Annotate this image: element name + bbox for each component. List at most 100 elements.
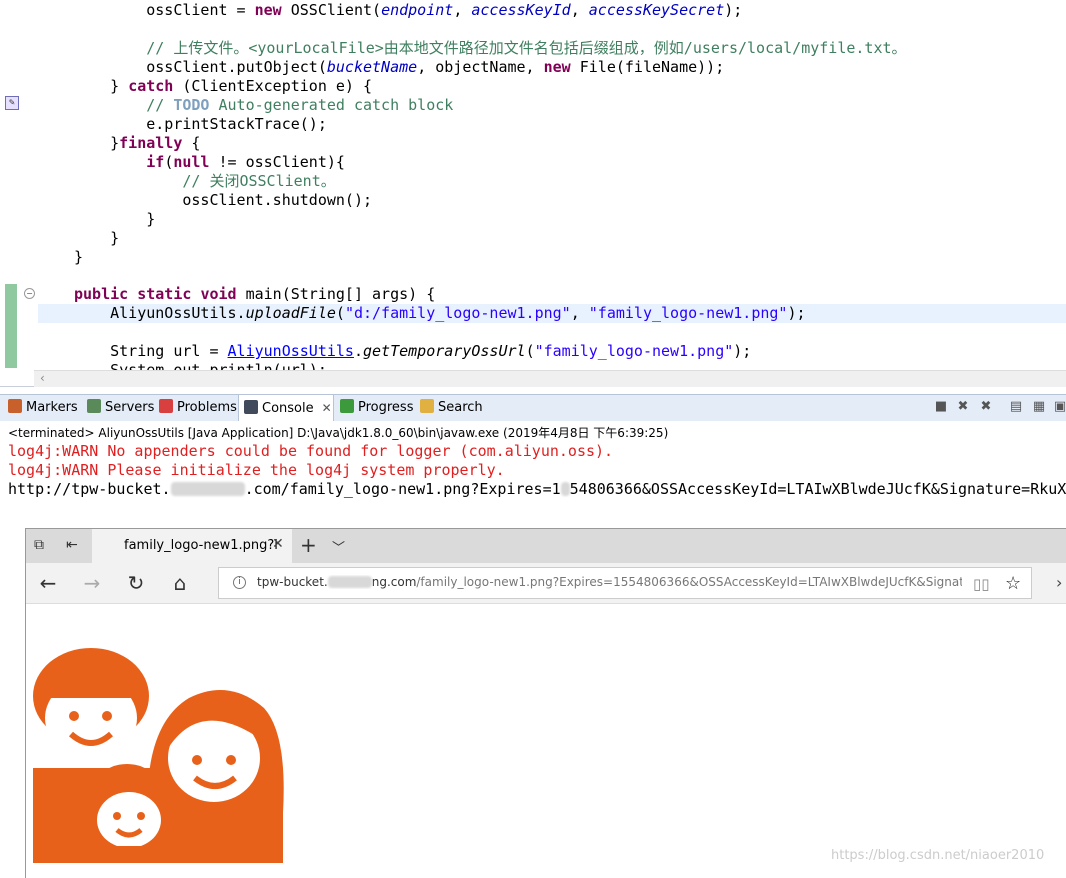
code-token: {: [182, 134, 201, 152]
new-tab-icon[interactable]: +: [300, 533, 317, 557]
browser-content: [26, 604, 1066, 878]
markers-icon: [8, 399, 22, 413]
terminate-icon[interactable]: ■: [933, 399, 949, 415]
url-rest: 54806366&OSSAccessKeyId=LTAIwXBlwdeJUcfK…: [569, 480, 1066, 498]
tab-markers-label: Markers: [26, 400, 78, 415]
code-line: public static void main(String[] args) {: [74, 285, 435, 304]
watermark: https://blog.csdn.net/niaoer2010: [831, 848, 1045, 863]
tab-console-label: Console: [262, 401, 314, 416]
code-line: // TODO Auto-generated catch block: [74, 96, 453, 115]
code-token: accessKeySecret: [588, 1, 725, 19]
code-token: public: [74, 285, 129, 303]
code-token: ossClient.putObject(: [74, 58, 327, 76]
code-line: ossClient.shutdown();: [74, 191, 372, 210]
code-token: new: [543, 58, 571, 76]
address-bar[interactable]: i tpw-bucket. ng.com/family_logo-new1.png…: [218, 567, 1032, 599]
code-token: );: [787, 304, 806, 322]
address-path: /family_logo-new1.png?Expires=1554806366…: [416, 575, 962, 589]
code-token: finally: [119, 134, 183, 152]
home-icon[interactable]: ⌂: [168, 571, 192, 595]
code-token: //: [74, 96, 174, 114]
info-icon[interactable]: i: [233, 576, 246, 589]
servers-icon: [87, 399, 101, 413]
url-prefix: http://tpw-bucket.: [8, 480, 171, 498]
tab-progress-label: Progress: [358, 400, 414, 415]
code-token: (: [525, 342, 535, 360]
tab-progress[interactable]: Progress: [340, 399, 413, 417]
view-tab-bar: Markers Servers Problems Console ✕ Progre…: [0, 394, 1066, 422]
forward-arrow-icon[interactable]: →: [80, 571, 104, 595]
code-line: }finally {: [74, 134, 200, 153]
code-token: getTemporaryOssUrl: [363, 342, 526, 360]
code-token: endpoint: [381, 1, 454, 19]
back-arrow-icon[interactable]: ←: [36, 571, 60, 595]
code-line: }: [74, 210, 155, 229]
code-line: if(null != ossClient){: [74, 153, 345, 172]
more-icon[interactable]: ›: [1056, 573, 1062, 592]
change-ruler: [5, 284, 17, 368]
code-token: catch: [128, 77, 174, 95]
code-token: // 关闭OSSClient。: [74, 172, 336, 190]
tab-servers-label: Servers: [105, 400, 155, 415]
refresh-icon[interactable]: ↻: [124, 571, 148, 595]
code-token: "family_logo-new1.png": [534, 342, 734, 360]
console-icon: [244, 400, 258, 414]
browser-tab-title: family_logo-new1.png?l: [124, 538, 278, 553]
code-line: AliyunOssUtils.uploadFile("d:/family_log…: [38, 304, 1066, 323]
redacted-block: [327, 576, 372, 588]
code-token: null: [173, 153, 210, 171]
tab-search[interactable]: Search: [420, 399, 483, 417]
pin-console-icon[interactable]: ▣: [1052, 399, 1066, 415]
address-host: tpw-bucket.: [257, 575, 328, 589]
code-token: }: [74, 134, 120, 152]
reading-view-icon[interactable]: ▯▯: [973, 575, 990, 593]
tab-problems-label: Problems: [177, 400, 237, 415]
scroll-lock-icon[interactable]: ▦: [1031, 399, 1047, 415]
fold-collapse-icon[interactable]: −: [24, 288, 35, 299]
progress-icon: [340, 399, 354, 413]
tab-overview-icon[interactable]: ⧉: [34, 537, 44, 553]
code-token: main(String[] args) {: [236, 285, 436, 303]
tab-servers[interactable]: Servers: [87, 399, 154, 417]
code-token: }: [74, 210, 156, 228]
code-token: e.printStackTrace();: [74, 115, 327, 133]
code-line: }: [74, 248, 83, 267]
code-token: new: [254, 1, 282, 19]
code-token: Auto-generated catch block: [209, 96, 454, 114]
horizontal-scrollbar[interactable]: ‹: [34, 370, 1066, 387]
console-warn-line: log4j:WARN Please initialize the log4j s…: [8, 461, 505, 479]
code-token: uploadFile: [245, 304, 336, 322]
code-token: "family_logo-new1.png": [588, 304, 788, 322]
clear-console-icon[interactable]: ▤: [1008, 399, 1024, 415]
tab-problems[interactable]: Problems: [159, 399, 237, 417]
remove-all-icon[interactable]: ✖: [978, 399, 994, 415]
code-token: // 上传文件。<yourLocalFile>由本地文件路径加文件名包括后缀组成…: [74, 39, 907, 57]
code-token: void: [200, 285, 237, 303]
redacted-block: [170, 482, 245, 496]
code-token: );: [733, 342, 752, 360]
browser-window: ⧉ ⇤ family_logo-new1.png?l ✕ + ﹀ ← → ↻ ⌂…: [25, 528, 1066, 878]
code-token: TODO: [173, 96, 210, 114]
code-line: e.printStackTrace();: [74, 115, 327, 134]
tab-search-label: Search: [438, 400, 483, 415]
tab-console[interactable]: Console ✕: [238, 395, 334, 421]
task-marker-icon[interactable]: ✎: [5, 96, 19, 110]
close-tab-icon[interactable]: ✕: [272, 536, 284, 552]
console-output[interactable]: <terminated> AliyunOssUtils [Java Applic…: [0, 421, 1066, 501]
tab-markers[interactable]: Markers: [8, 399, 78, 417]
code-token: OSSClient(: [281, 1, 382, 19]
browser-tab[interactable]: family_logo-new1.png?l ✕: [92, 529, 292, 563]
code-token: }: [74, 229, 120, 247]
code-editor[interactable]: ✎ − ossClient = new OSSClient(endpoint, …: [0, 0, 1066, 387]
code-token: static: [137, 285, 192, 303]
remove-launch-icon[interactable]: ✖: [955, 399, 971, 415]
set-aside-tabs-icon[interactable]: ⇤: [66, 537, 78, 553]
code-token: .: [353, 342, 363, 360]
code-token: if: [146, 153, 165, 171]
scroll-left-icon[interactable]: ‹: [40, 371, 45, 385]
code-line: String url = AliyunOssUtils.getTemporary…: [74, 342, 751, 361]
chevron-down-icon[interactable]: ﹀: [332, 537, 345, 556]
code-token: ,: [570, 1, 589, 19]
favorite-star-icon[interactable]: ☆: [1005, 573, 1021, 594]
close-icon[interactable]: ✕: [322, 401, 332, 415]
